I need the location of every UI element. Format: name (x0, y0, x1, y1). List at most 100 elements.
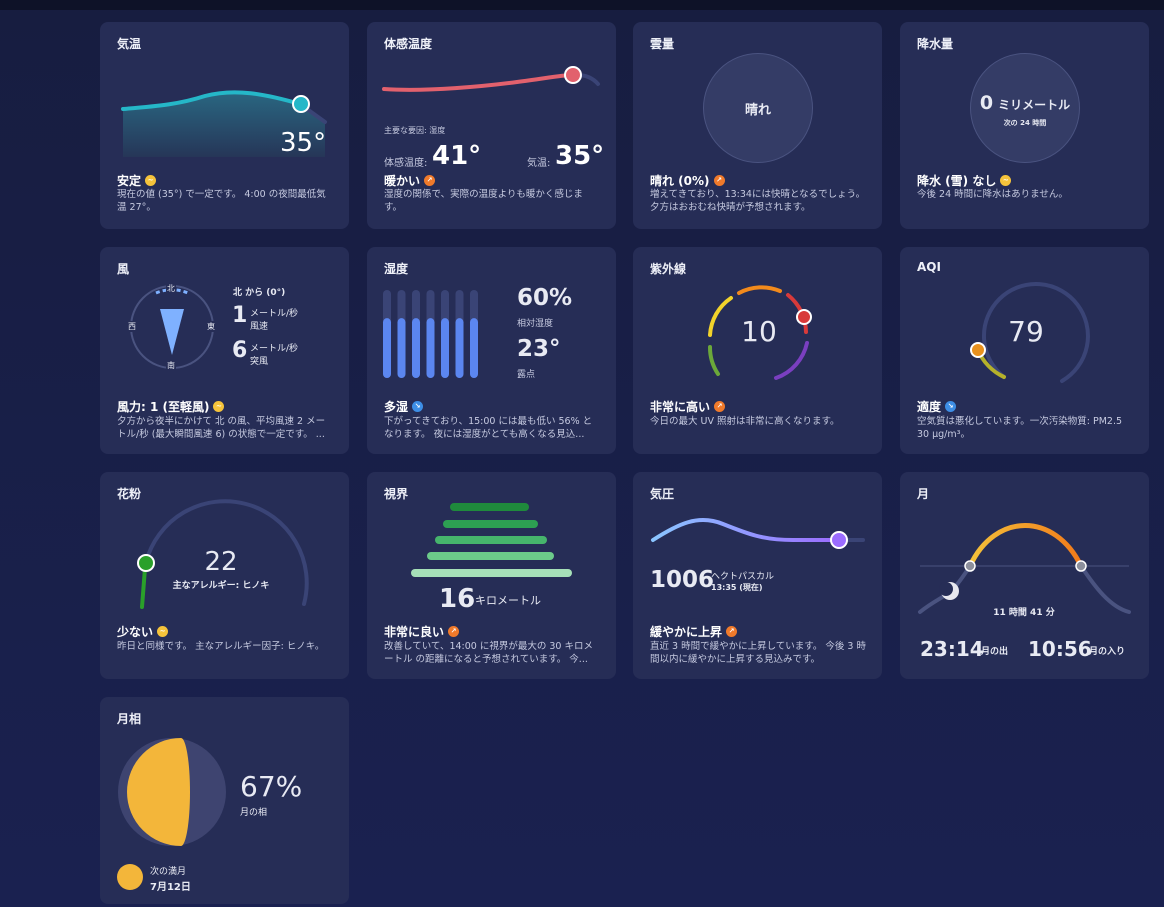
moon-phase-label: 月の相 (240, 808, 268, 818)
wind-arrow-icon (160, 309, 184, 355)
humidity-bar-fill (441, 318, 449, 378)
summary: 安定 ~ (117, 172, 157, 189)
summary-text: 緩やかに上昇 (650, 625, 723, 639)
summary-text: 降水 (雪) なし (917, 174, 997, 188)
description: 現在の値 (35°) で一定です。 4:00 の夜間最低気温 27°。 (117, 189, 326, 213)
temperature-value: 35° (280, 128, 327, 158)
description: 直近 3 時間で緩やかに上昇しています。 今後 3 時間以内に緩やかに上昇する見… (650, 641, 866, 665)
feels-label: 体感温度: (384, 158, 428, 169)
next-full-moon-date: 7月12日 (150, 882, 191, 893)
humidity-card[interactable]: 湿度 60% 相対湿度 23° 露点 多湿 ↘ 下がってきており、15:00 に… (367, 247, 616, 454)
summary-text: 晴れ (0%) (650, 174, 710, 188)
compass-north: 北 (166, 283, 176, 294)
wind-card[interactable]: 風 北 南 西 東 北 から (0°) 1 メートル/秒 風速 6 メートル/秒… (100, 247, 349, 454)
wind-direction: 北 から (0°) (233, 288, 286, 298)
precipitation-card[interactable]: 降水量 0 ミリメートル 次の 24 時間 降水 (雪) なし ~ 今後 24 … (900, 22, 1149, 229)
next-full-moon-label: 次の満月 (150, 867, 187, 877)
description: 夕方から夜半にかけて 北 の風、平均風速 2 メートル/秒 (最大瞬間風速 6)… (117, 416, 326, 440)
temp-value: 35° (555, 141, 605, 171)
pollen-allergen: 主なアレルギー: ヒノキ (172, 581, 270, 591)
moonset-label: 月の入り (1089, 647, 1126, 657)
cloud-cover-card[interactable]: 雲量 晴れ 晴れ (0%) ↗ 増えてきており、13:34には快晴となるでしょう… (633, 22, 882, 229)
wind-compass (130, 285, 214, 369)
aqi-card[interactable]: AQI 79 適度 ↘ 空気質は悪化しています。一次汚染物質: PM2.5 30… (900, 247, 1149, 454)
precip-sub: 次の 24 時間 (1003, 119, 1047, 127)
compass-east: 東 (206, 321, 216, 332)
visibility-value: 16 (439, 584, 476, 614)
humidity-bar-fill (397, 318, 406, 378)
moon-duration: 11 時間 41 分 (993, 608, 1055, 618)
trend-up-icon: ↗ (424, 175, 436, 186)
summary: 降水 (雪) なし ~ (917, 172, 1012, 189)
compass-west: 西 (127, 321, 137, 332)
description: 今後 24 時間に降水はありません。 (917, 189, 1068, 200)
wind-speed: 1 (232, 303, 248, 328)
visibility-card[interactable]: 視界 16 キロメートル 非常に良い ↗ 改善していて、14:00 に視界が最大… (367, 472, 616, 679)
summary-text: 非常に高い (650, 400, 711, 414)
moon-card[interactable]: 月 11 時間 41 分 23:14 月の出 10:56 月の入り (900, 472, 1149, 679)
summary-text: 非常に良い (384, 625, 445, 639)
summary-text: 暖かい (384, 174, 421, 188)
summary: 暖かい ↗ (384, 172, 436, 189)
description: 今日の最大 UV 照射は非常に高くなります。 (650, 416, 840, 427)
humidity-bar-fill (455, 318, 464, 378)
visibility-unit: キロメートル (475, 594, 541, 607)
trend-icon: ~ (1000, 175, 1012, 186)
wind-gust: 6 (232, 338, 248, 363)
pressure-time: 13:35 (現在) (711, 583, 763, 592)
pollen-marker (137, 554, 155, 572)
full-moon-icon (117, 864, 143, 890)
description: 改善していて、14:00 に視界が最大の 30 キロメートル の距離になると予想… (384, 641, 593, 665)
pressure-marker (830, 531, 848, 549)
pressure-value: 1006 (650, 567, 715, 593)
wind-gust-label: 突風 (250, 357, 269, 367)
temp-label: 気温: (527, 158, 551, 169)
wind-speed-label: 風速 (250, 322, 269, 332)
description: 昨日と同様です。 主なアレルギー因子: ヒノキ。 (117, 641, 325, 652)
pollen-card[interactable]: 花粉 22 主なアレルギー: ヒノキ 少ない ~ 昨日と同様です。 主なアレルギ… (100, 472, 349, 679)
humidity-bar-fill (412, 318, 420, 378)
moon-phase-card[interactable]: 月相 67% 月の相 次の満月 7月12日 (100, 697, 349, 904)
temperature-card[interactable]: 気温 35° 安定 ~ 現在の値 (35°) で一定です。 4:00 の夜間最低… (100, 22, 349, 229)
pressure-unit: ヘクトパスカル (711, 572, 775, 582)
trend-icon: ~ (157, 626, 169, 637)
trend-up-icon: ↗ (713, 175, 725, 186)
precip-amount: 0 (979, 92, 994, 114)
pollen-gauge (137, 499, 309, 609)
precipitation-dial: 0 ミリメートル 次の 24 時間 (970, 53, 1080, 163)
visibility-bars (411, 503, 572, 577)
trend-down-icon: ↘ (945, 401, 957, 412)
pollen-value: 22 (204, 547, 238, 577)
trend-icon: ~ (145, 175, 157, 186)
compass-south: 南 (166, 360, 176, 371)
moonrise-time: 23:14 (920, 637, 984, 661)
dew-point-label: 露点 (517, 370, 536, 380)
humidity-label: 相対湿度 (517, 319, 554, 329)
summary-text: 適度 (917, 400, 942, 414)
cloud-dial: 晴れ (703, 53, 813, 163)
uv-value: 10 (741, 315, 777, 348)
trend-down-icon: ↘ (412, 401, 424, 412)
summary: 晴れ (0%) ↗ (650, 172, 725, 189)
summary: 多湿 ↘ (384, 398, 424, 415)
card-title: 降水量 (917, 37, 954, 51)
precip-unit: ミリメートル (998, 98, 1071, 112)
uv-card[interactable]: 紫外線 10 非常に高い ↗ 今日の最大 UV 照射は非常に高くなります。 (633, 247, 882, 454)
top-bar (0, 0, 1164, 10)
moon-phase-value: 67% (240, 770, 303, 803)
description: 湿度の関係で、実際の温度よりも暖かく感じます。 (384, 189, 583, 213)
humidity-value: 60% (517, 285, 573, 311)
cloud-center-text: 晴れ (744, 102, 771, 118)
pressure-chart (651, 518, 865, 549)
summary: 緩やかに上昇 ↗ (650, 623, 738, 640)
pressure-card[interactable]: 気圧 1006 ヘクトパスカル 13:35 (現在) 緩やかに上昇 ↗ 直近 3… (633, 472, 882, 679)
humidity-bar-fill (383, 318, 391, 378)
feels-like-card[interactable]: 体感温度 主要な要因: 湿度 体感温度: 41° 気温: 35° 暖かい ↗ 湿… (367, 22, 616, 229)
trend-icon: ~ (213, 401, 225, 412)
summary-text: 安定 (117, 174, 142, 188)
moon-arc (918, 523, 1131, 614)
summary: 適度 ↘ (917, 398, 957, 415)
summary-text: 多湿 (384, 400, 409, 414)
summary: 非常に高い ↗ (650, 398, 726, 415)
trend-up-icon: ↗ (714, 401, 726, 412)
